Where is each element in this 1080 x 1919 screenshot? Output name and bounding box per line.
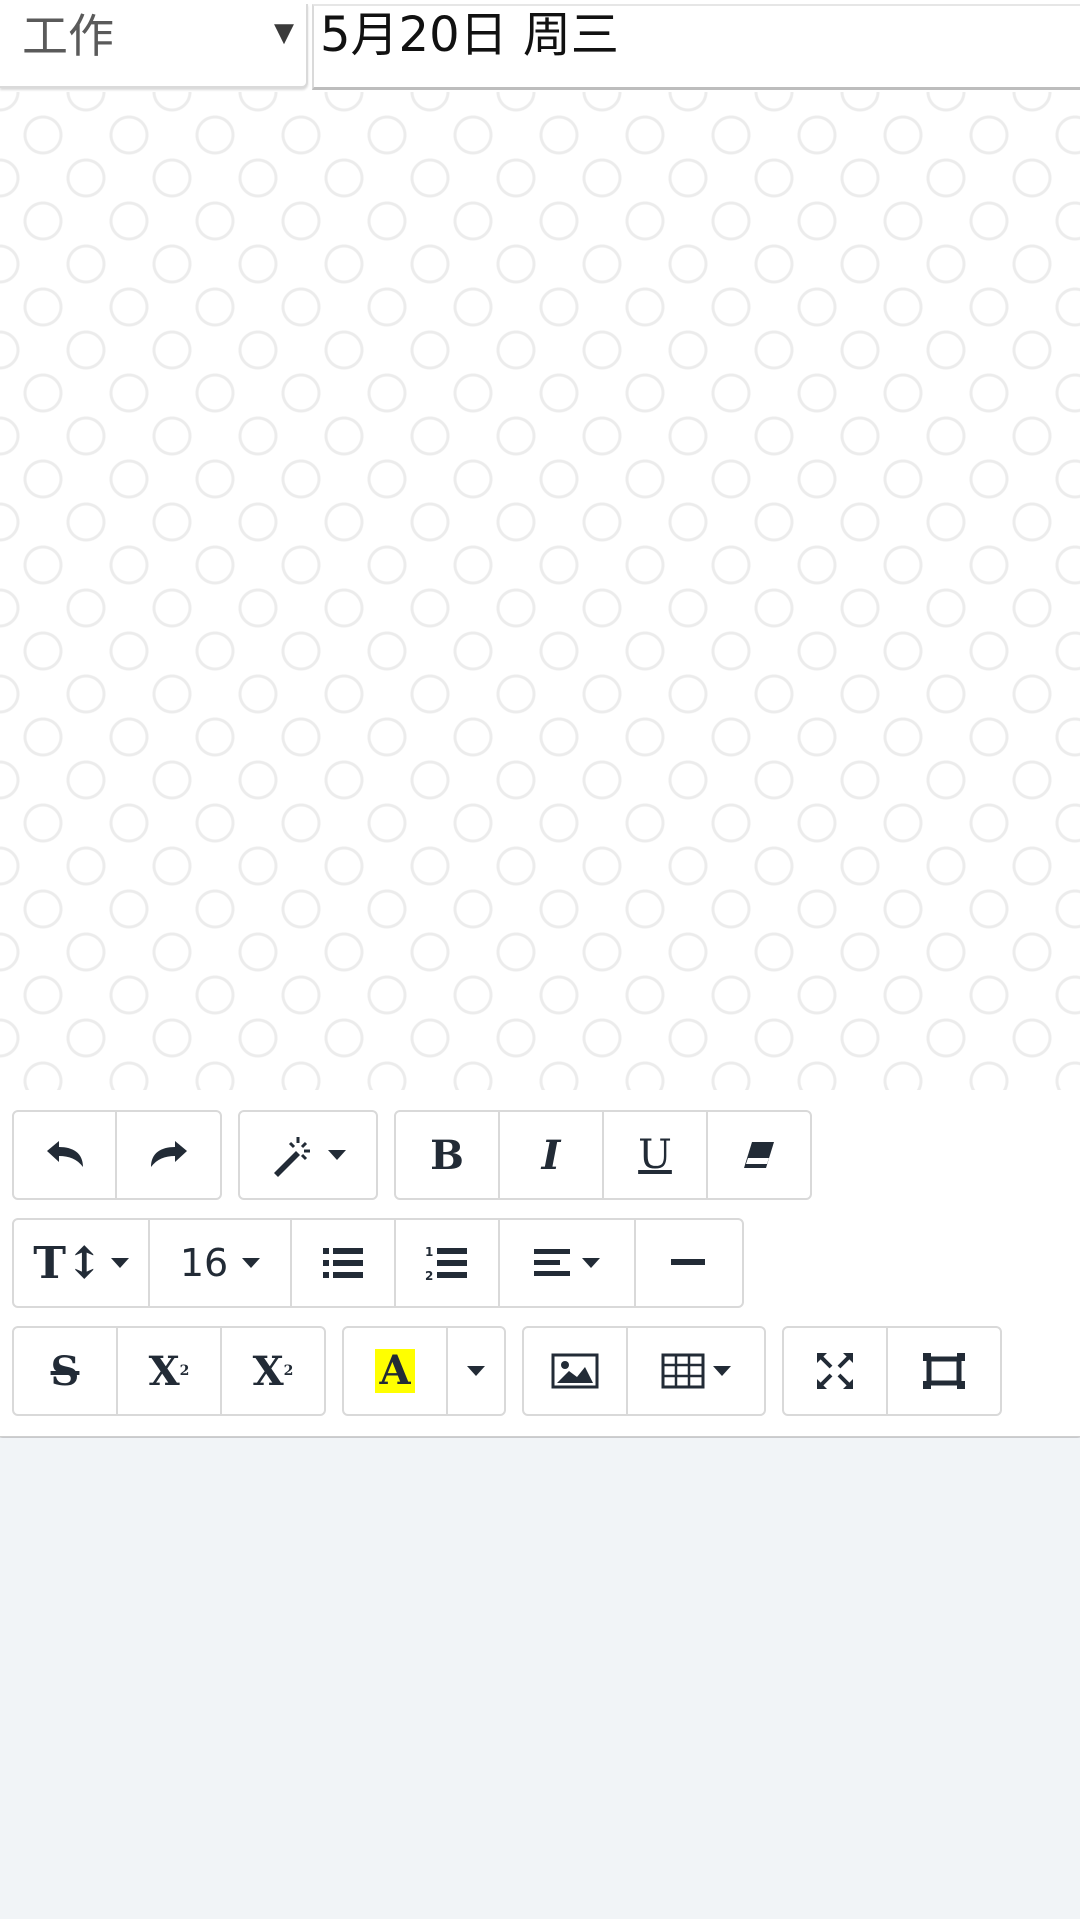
history-group xyxy=(12,1110,222,1200)
script-group: S X2 X2 xyxy=(12,1326,326,1416)
caret-down-icon xyxy=(328,1150,346,1160)
superscript-button[interactable]: X2 xyxy=(118,1328,222,1414)
font-size-style-button[interactable]: T↕ xyxy=(14,1220,150,1306)
color-group: A xyxy=(342,1326,506,1416)
underline-label: U xyxy=(638,1132,672,1178)
dropdown-arrow-icon: ▼ xyxy=(274,18,294,48)
bold-label: B xyxy=(430,1131,464,1179)
magic-wand-icon xyxy=(274,1137,310,1177)
caret-down-icon xyxy=(467,1366,485,1376)
svg-text:1: 1 xyxy=(425,1245,433,1259)
horizontal-rule-button[interactable] xyxy=(636,1220,740,1306)
caret-down-icon xyxy=(110,1258,129,1268)
svg-text:2: 2 xyxy=(425,1269,433,1282)
clear-format-button[interactable] xyxy=(708,1112,810,1198)
view-group xyxy=(782,1326,1002,1416)
italic-button[interactable]: I xyxy=(500,1112,604,1198)
color-dropdown-button[interactable] xyxy=(448,1328,504,1414)
redo-icon xyxy=(150,1141,187,1167)
insert-image-button[interactable] xyxy=(524,1328,628,1414)
font-size-dropdown[interactable]: 16 xyxy=(150,1220,292,1306)
underline-button[interactable]: U xyxy=(604,1112,708,1198)
frame-icon xyxy=(923,1353,965,1389)
strikethrough-button[interactable]: S xyxy=(14,1328,118,1414)
fullscreen-button[interactable] xyxy=(784,1328,888,1414)
numbered-list-icon: 1 2 xyxy=(425,1245,467,1282)
subscript-button[interactable]: X2 xyxy=(222,1328,324,1414)
ordered-list-button[interactable]: 1 2 xyxy=(396,1220,500,1306)
editor-toolbar: B I U T↕ 16 1 2 S X 2 X 2 A xyxy=(0,1090,1080,1437)
category-dropdown[interactable]: 工作 ▼ xyxy=(0,4,308,88)
bullet-list-icon xyxy=(323,1248,363,1278)
insert-group xyxy=(522,1326,766,1416)
date-field[interactable]: 5月20日 周三 xyxy=(312,4,1080,90)
undo-button[interactable] xyxy=(14,1112,118,1198)
redo-button[interactable] xyxy=(117,1112,220,1198)
text-height-icon: T↕ xyxy=(33,1237,103,1289)
unordered-list-button[interactable] xyxy=(292,1220,396,1306)
align-button[interactable] xyxy=(500,1220,636,1306)
font-color-label: A xyxy=(375,1349,415,1393)
picture-icon xyxy=(551,1353,599,1389)
font-style-group: B I U xyxy=(394,1110,812,1200)
table-icon xyxy=(661,1353,705,1389)
caret-down-icon xyxy=(582,1258,600,1268)
insert-table-button[interactable] xyxy=(628,1328,764,1414)
style-button[interactable] xyxy=(240,1112,376,1198)
style-group xyxy=(238,1110,378,1200)
expand-arrows-icon xyxy=(817,1353,853,1389)
caret-down-icon xyxy=(242,1258,261,1268)
category-value: 工作 xyxy=(22,9,114,63)
code-view-button[interactable] xyxy=(888,1328,1000,1414)
font-size-value: 16 xyxy=(179,1241,229,1285)
editor-content-area[interactable] xyxy=(0,92,1080,1090)
superscript-label: X xyxy=(148,1347,180,1395)
undo-icon xyxy=(46,1141,83,1167)
date-value: 5月20日 周三 xyxy=(320,7,619,63)
strikethrough-label: S xyxy=(50,1347,80,1395)
align-left-icon xyxy=(534,1249,570,1276)
bottom-blank-area xyxy=(0,1438,1080,1919)
eraser-icon xyxy=(744,1142,774,1168)
paragraph-group: T↕ 16 1 2 xyxy=(12,1218,744,1308)
header: 工作 ▼ 5月20日 周三 xyxy=(0,0,1080,92)
bold-button[interactable]: B xyxy=(396,1112,500,1198)
italic-label: I xyxy=(541,1131,561,1179)
font-color-button[interactable]: A xyxy=(344,1328,448,1414)
caret-down-icon xyxy=(713,1366,731,1376)
minus-icon xyxy=(671,1259,705,1265)
subscript-label: X xyxy=(252,1347,284,1395)
